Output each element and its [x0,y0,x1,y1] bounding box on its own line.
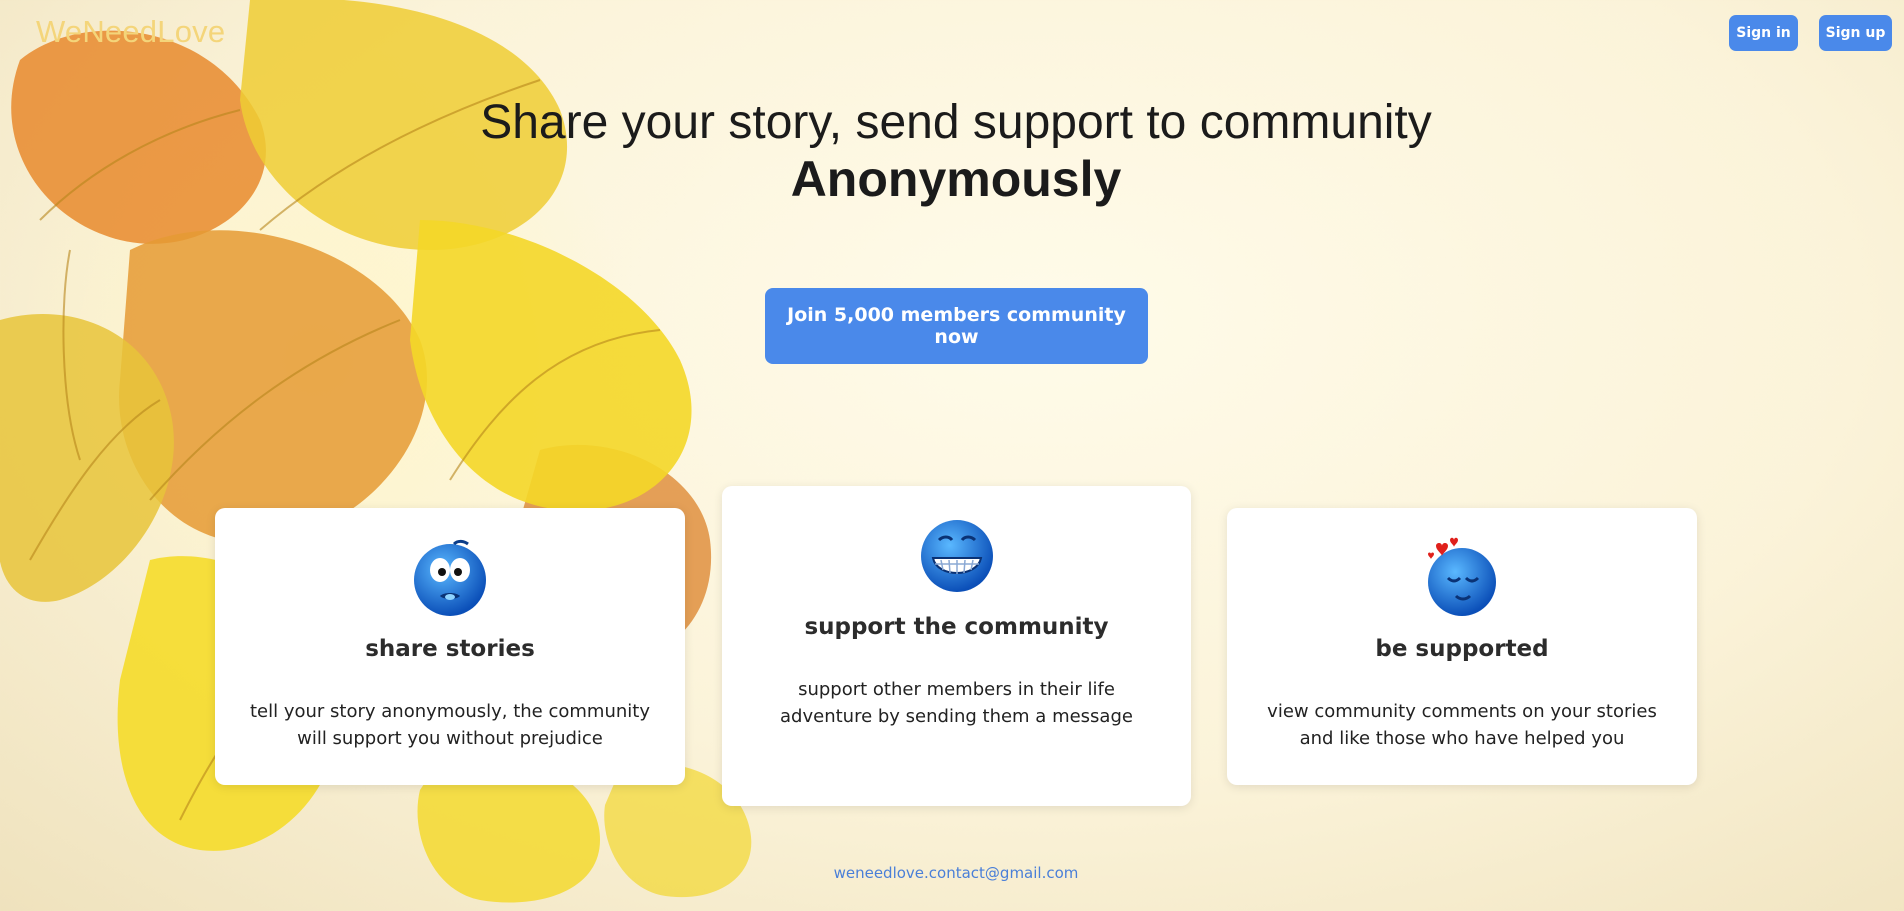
feature-description: tell your story anonymously, the communi… [250,701,650,749]
feature-description: support other members in their life adve… [780,679,1133,727]
hero-headline: Share your story, send support to commun… [0,95,1904,207]
sign-up-button[interactable]: Sign up [1819,15,1892,51]
feature-card-be-supported: be supported view community comments on … [1227,508,1697,785]
feature-card-share-stories: share stories tell your story anonymousl… [215,508,685,785]
sign-in-button[interactable]: Sign in [1729,15,1798,51]
feature-title: be supported [1375,636,1549,662]
worried-blue-smiley-icon [414,539,486,616]
in-love-blue-smiley-icon [1428,537,1496,616]
feature-description: view community comments on your stories … [1267,701,1657,749]
hero-title-line2: Anonymously [790,151,1122,207]
feature-card-support-community: support the community support other memb… [722,486,1191,806]
hero-title-line1: Share your story, send support to commun… [480,96,1432,149]
contact-email-link[interactable]: weneedlove.contact@gmail.com [0,864,1904,882]
app-logo[interactable]: WeNeedLove [36,14,225,50]
grinning-blue-smiley-icon [920,520,993,592]
feature-title: share stories [365,636,535,662]
join-community-button[interactable]: Join 5,000 members community now [765,288,1148,364]
feature-title: support the community [804,614,1109,640]
